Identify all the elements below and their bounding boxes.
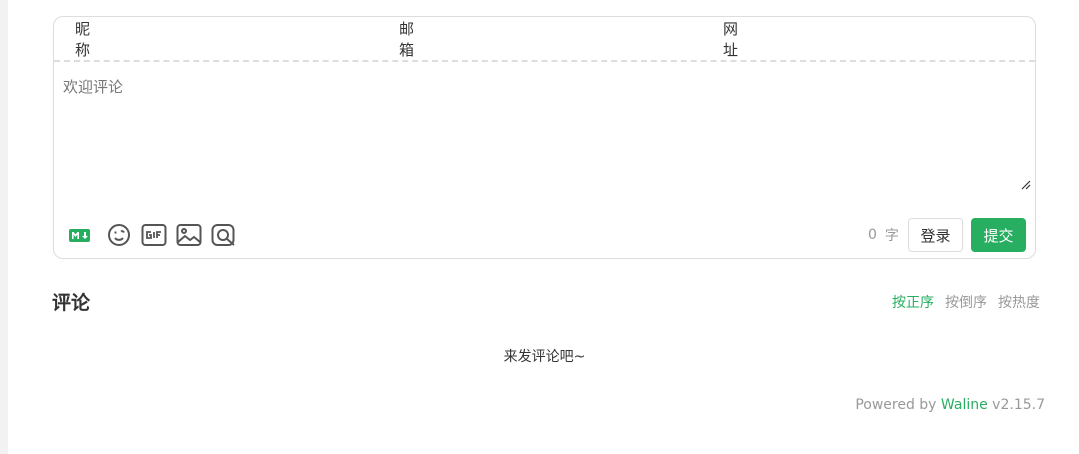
image-icon[interactable] — [175, 217, 202, 253]
empty-comments-message: 来发评论吧~ — [0, 346, 1079, 366]
sort-desc-option[interactable]: 按倒序 — [945, 292, 987, 312]
comment-form-panel: 昵称 邮箱 网址 欢迎评论 0 字 登录 提交 — [53, 16, 1036, 259]
link-input[interactable] — [757, 28, 1023, 49]
login-button[interactable]: 登录 — [908, 218, 963, 252]
gif-icon[interactable] — [140, 217, 167, 253]
version-label: v2.15.7 — [992, 397, 1045, 413]
word-count-value: 0 — [868, 227, 877, 243]
link-label: 网址 — [723, 19, 739, 59]
editor-area — [54, 62, 1035, 197]
markdown-icon[interactable] — [66, 217, 92, 253]
sort-options: 按正序 按倒序 按热度 — [892, 292, 1040, 312]
editor-toolbar: 0 字 登录 提交 — [54, 217, 1035, 253]
comments-heading: 评论 — [52, 292, 91, 314]
left-edge-strip — [0, 0, 8, 454]
word-count-unit: 字 — [884, 228, 899, 244]
powered-by-footer: Powered by Waline v2.15.7 — [855, 397, 1045, 413]
empty-comments-text: 来发评论吧~ — [503, 349, 586, 365]
sort-hot-option[interactable]: 按热度 — [998, 292, 1040, 312]
nick-field[interactable]: 昵称 — [75, 17, 375, 60]
waline-link[interactable]: Waline — [941, 397, 988, 413]
mail-label: 邮箱 — [399, 19, 415, 59]
header-fields: 昵称 邮箱 网址 — [54, 17, 1035, 62]
nick-label: 昵称 — [75, 19, 91, 59]
word-count: 0 字 — [868, 217, 899, 253]
mail-field[interactable]: 邮箱 — [399, 17, 699, 60]
resize-grip-icon[interactable] — [1021, 180, 1031, 190]
comment-editor[interactable] — [63, 76, 1027, 194]
nick-input[interactable] — [109, 28, 375, 49]
mail-input[interactable] — [433, 28, 699, 49]
powered-prefix: Powered by — [855, 397, 937, 413]
emoji-icon[interactable] — [106, 217, 132, 253]
sort-asc-option[interactable]: 按正序 — [892, 292, 934, 312]
preview-icon[interactable] — [210, 217, 237, 253]
link-field[interactable]: 网址 — [723, 17, 1023, 60]
submit-button[interactable]: 提交 — [971, 218, 1026, 252]
